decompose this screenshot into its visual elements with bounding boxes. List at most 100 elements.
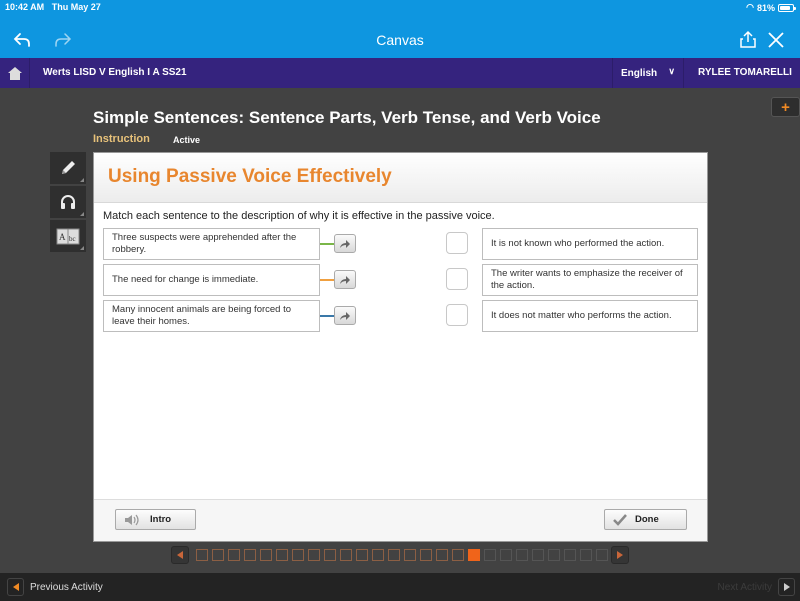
- plus-icon: +: [781, 98, 790, 116]
- curved-arrow-icon: [340, 311, 350, 320]
- panel-title: Using Passive Voice Effectively: [108, 166, 392, 187]
- progress-square-complete[interactable]: [372, 549, 384, 561]
- notes-tool[interactable]: [50, 152, 86, 184]
- tool-panel: Abc: [50, 152, 88, 254]
- svg-text:A: A: [59, 232, 66, 242]
- lesson-mode: Instruction: [93, 133, 150, 145]
- progress-square-complete[interactable]: [260, 549, 272, 561]
- drop-target[interactable]: [446, 232, 468, 254]
- pencil-icon: [62, 161, 75, 174]
- progress-square-complete[interactable]: [340, 549, 352, 561]
- progress-squares: [196, 549, 608, 561]
- close-icon[interactable]: [766, 30, 786, 50]
- browser-toolbar: 10:42 AM Thu May 27 ◠ 81% Canvas: [0, 0, 800, 58]
- progress-square-complete[interactable]: [404, 549, 416, 561]
- speaker-icon: [125, 514, 139, 525]
- description-item: The writer wants to emphasize the receiv…: [482, 264, 698, 296]
- progress-square-complete[interactable]: [196, 549, 208, 561]
- battery-percent: 81%: [756, 2, 775, 13]
- progress-square-pending[interactable]: [516, 549, 528, 561]
- svg-text:bc: bc: [69, 235, 76, 243]
- progress-square-complete[interactable]: [276, 549, 288, 561]
- status-indicators: ◠ 81%: [746, 2, 796, 13]
- audio-tool[interactable]: [50, 186, 86, 218]
- match-arrow-button[interactable]: [334, 234, 356, 253]
- connector-line: [320, 279, 334, 281]
- headphones-icon: [61, 195, 75, 209]
- progress-prev-button[interactable]: [171, 546, 189, 564]
- panel-header: Using Passive Voice Effectively: [94, 153, 707, 203]
- activity-footer: Previous Activity Next Activity: [0, 573, 800, 601]
- progress-square-complete[interactable]: [324, 549, 336, 561]
- description-item: It is not known who performed the action…: [482, 228, 698, 260]
- user-name[interactable]: RYLEE TOMARELLI: [698, 67, 792, 78]
- dictionary-icon: Abc: [56, 228, 80, 245]
- lesson-status: Active: [173, 135, 201, 145]
- activity-panel: Using Passive Voice Effectively Match ea…: [93, 152, 708, 542]
- progress-square-pending[interactable]: [580, 549, 592, 561]
- previous-activity-button[interactable]: Previous Activity: [7, 578, 103, 596]
- dictionary-tool[interactable]: Abc: [50, 220, 86, 252]
- description-text: It is not known who performed the action…: [491, 238, 665, 249]
- description-text: It does not matter who performs the acti…: [491, 310, 672, 321]
- language-select[interactable]: English ∨: [612, 58, 684, 88]
- lesson-title: Simple Sentences: Sentence Parts, Verb T…: [93, 108, 601, 127]
- match-arrow-button[interactable]: [334, 270, 356, 289]
- instructions: Match each sentence to the description o…: [103, 210, 495, 222]
- intro-label: Intro: [150, 514, 172, 525]
- sentence-item[interactable]: Three suspects were apprehended after th…: [103, 228, 320, 260]
- connector-line: [320, 315, 334, 317]
- caret-left-icon: [7, 578, 24, 596]
- status-time: 10:42 AM Thu May 27: [5, 2, 101, 12]
- sentence-text: Three suspects were apprehended after th…: [112, 232, 297, 255]
- home-button[interactable]: [0, 58, 30, 88]
- browser-title: Canvas: [376, 32, 424, 48]
- drop-target[interactable]: [446, 304, 468, 326]
- caret-right-icon: [617, 551, 623, 559]
- progress-square-pending[interactable]: [564, 549, 576, 561]
- progress-square-complete[interactable]: [452, 549, 464, 561]
- progress-square-complete[interactable]: [228, 549, 240, 561]
- sentence-text: The need for change is immediate.: [112, 274, 259, 285]
- progress-square-complete[interactable]: [212, 549, 224, 561]
- add-button[interactable]: +: [771, 97, 800, 117]
- caret-left-icon: [177, 551, 183, 559]
- next-activity-button[interactable]: Next Activity: [718, 578, 795, 596]
- progress-square-pending[interactable]: [484, 549, 496, 561]
- drop-target[interactable]: [446, 268, 468, 290]
- sentence-text: Many innocent animals are being forced t…: [112, 304, 292, 327]
- curved-arrow-icon: [340, 239, 350, 248]
- sentence-item[interactable]: The need for change is immediate.: [103, 264, 320, 296]
- progress-square-complete[interactable]: [388, 549, 400, 561]
- progress-square-pending[interactable]: [500, 549, 512, 561]
- panel-footer: Intro Done: [94, 499, 707, 541]
- done-label: Done: [635, 514, 659, 525]
- progress-square-complete[interactable]: [244, 549, 256, 561]
- progress-square-current[interactable]: [468, 549, 480, 561]
- progress-square-complete[interactable]: [420, 549, 432, 561]
- activity-progress: [170, 546, 630, 566]
- progress-square-pending[interactable]: [596, 549, 608, 561]
- match-arrow-button[interactable]: [334, 306, 356, 325]
- progress-square-complete[interactable]: [356, 549, 368, 561]
- battery-icon: [778, 3, 796, 12]
- language-value: English: [621, 67, 658, 79]
- course-bar: Werts LISD V English I A SS21 English ∨ …: [0, 58, 800, 88]
- progress-square-complete[interactable]: [436, 549, 448, 561]
- progress-next-button[interactable]: [611, 546, 629, 564]
- wifi-icon: ◠: [746, 2, 754, 12]
- done-button[interactable]: Done: [604, 509, 687, 530]
- connector-line: [320, 243, 334, 245]
- caret-right-icon: [778, 578, 795, 596]
- description-item: It does not matter who performs the acti…: [482, 300, 698, 332]
- previous-activity-label: Previous Activity: [30, 581, 103, 593]
- share-icon[interactable]: [738, 30, 758, 50]
- sentence-item[interactable]: Many innocent animals are being forced t…: [103, 300, 320, 332]
- progress-square-complete[interactable]: [308, 549, 320, 561]
- progress-square-pending[interactable]: [548, 549, 560, 561]
- course-name: Werts LISD V English I A SS21: [43, 67, 187, 78]
- intro-button[interactable]: Intro: [115, 509, 196, 530]
- checkmark-icon: [613, 513, 627, 526]
- progress-square-complete[interactable]: [292, 549, 304, 561]
- progress-square-pending[interactable]: [532, 549, 544, 561]
